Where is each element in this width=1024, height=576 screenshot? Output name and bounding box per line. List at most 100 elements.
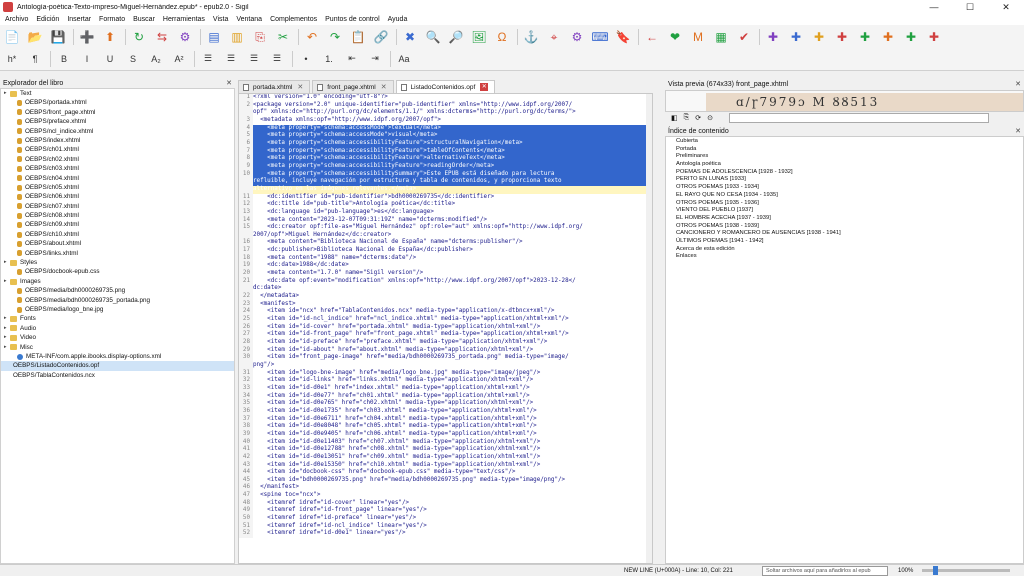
tree-item[interactable]: OEBPS/ch09.xhtml <box>1 220 234 229</box>
copy-icon[interactable]: ⎘ <box>252 29 268 45</box>
tree-item[interactable]: OEBPS/media/bdh0000269735_portada.png <box>1 296 234 305</box>
toc-item[interactable]: ÚLTIMOS POEMAS [1941 - 1942] <box>666 238 1023 246</box>
underline-icon[interactable]: U <box>102 51 118 67</box>
editor-scrollbar[interactable] <box>646 94 652 563</box>
italic-icon[interactable]: I <box>79 51 95 67</box>
drop-files-zone[interactable]: Soltar archivos aquí para añadirlos al e… <box>762 566 888 576</box>
new-icon[interactable]: 📄 <box>4 29 20 45</box>
toc-item[interactable]: PERITO EN LUNAS [1933] <box>666 176 1023 184</box>
tree-item[interactable]: OEBPS/media/logo_bne.jpg <box>1 305 234 314</box>
tree-item[interactable]: OEBPS/ch05.xhtml <box>1 183 234 192</box>
upload-icon[interactable]: ⬆ <box>102 29 118 45</box>
tree-item[interactable]: OEBPS/docbook-epub.css <box>1 267 234 276</box>
tree-item[interactable]: OEBPS/TablaContenidos.ncx <box>1 371 234 380</box>
plugin8-icon[interactable]: ✚ <box>926 29 942 45</box>
menu-4[interactable]: Buscar <box>133 16 155 23</box>
menu-0[interactable]: Archivo <box>5 16 28 23</box>
tree-item[interactable]: ▸ Audio <box>1 324 234 333</box>
close-x-icon[interactable]: ✖ <box>402 29 418 45</box>
grid-icon[interactable]: ▦ <box>713 29 729 45</box>
plugin1-icon[interactable]: ✚ <box>765 29 781 45</box>
tree-item[interactable]: OEBPS/links.xhtml <box>1 249 234 258</box>
toc-item[interactable]: OTROS POEMAS [1938 - 1939] <box>666 223 1023 231</box>
bookmark-icon[interactable]: 🔖 <box>615 29 631 45</box>
number-list-icon[interactable]: 1. <box>321 51 337 67</box>
anchor-icon[interactable]: ⚓ <box>523 29 539 45</box>
toc-item[interactable]: VIENTO DEL PUEBLO [1937] <box>666 207 1023 215</box>
tree-item[interactable]: ▸ Text <box>1 89 234 98</box>
justify-icon[interactable]: ☰ <box>269 51 285 67</box>
plugin7-icon[interactable]: ✚ <box>903 29 919 45</box>
tree-item[interactable]: OEBPS/ch06.xhtml <box>1 192 234 201</box>
align-icon[interactable]: ▤ <box>206 29 222 45</box>
bullet-list-icon[interactable]: • <box>298 51 314 67</box>
settings-icon[interactable]: ⚙ <box>177 29 193 45</box>
tree-item[interactable]: ▸ Styles <box>1 258 234 267</box>
inspect-icon[interactable]: ◧ <box>671 114 678 122</box>
outdent-icon[interactable]: ⇤ <box>344 51 360 67</box>
heading-icon[interactable]: h* <box>4 51 20 67</box>
reload-icon[interactable]: ⟳ <box>695 114 701 122</box>
toc-item[interactable]: CANCIONERO Y ROMANCERO DE AUSENCIAS [193… <box>666 230 1023 238</box>
add-file-icon[interactable]: ➕ <box>79 29 95 45</box>
paste-icon[interactable]: 📋 <box>350 29 366 45</box>
check-icon[interactable]: ✔ <box>736 29 752 45</box>
cursor-icon[interactable]: ⌖ <box>546 29 562 45</box>
tree-item[interactable]: OEBPS/front_page.xhtml <box>1 108 234 117</box>
plugin2-icon[interactable]: ✚ <box>788 29 804 45</box>
mail-icon[interactable]: M <box>690 29 706 45</box>
tree-item[interactable]: OEBPS/ch08.xhtml <box>1 211 234 220</box>
align-right-icon[interactable]: ☰ <box>246 51 262 67</box>
back-icon[interactable]: ← <box>644 29 660 45</box>
align2-icon[interactable]: ▥ <box>229 29 245 45</box>
split-icon[interactable]: ⇆ <box>154 29 170 45</box>
code-editor[interactable]: 1 <?xml version="1.0" encoding="utf-8"?> 2… <box>238 93 653 564</box>
refresh-icon[interactable]: ↻ <box>131 29 147 45</box>
align-left-icon[interactable]: ☰ <box>200 51 216 67</box>
tab-front_page-xhtml[interactable]: front_page.xhtml ✕ <box>312 80 394 93</box>
heart-icon[interactable]: ❤ <box>667 29 683 45</box>
subscript-icon[interactable]: A₂ <box>148 51 164 67</box>
toc-item[interactable]: Antología poética <box>666 161 1023 169</box>
cut-icon[interactable]: ✂ <box>275 29 291 45</box>
code-icon[interactable]: ⌨ <box>591 29 608 45</box>
toc-item[interactable]: OTROS POEMAS [1935 - 1936] <box>666 200 1023 208</box>
strike-icon[interactable]: S <box>125 51 141 67</box>
omega-icon[interactable]: Ω <box>494 29 510 45</box>
tree-item[interactable]: OEBPS/index.xhtml <box>1 136 234 145</box>
menu-3[interactable]: Formato <box>99 16 125 23</box>
toc-item[interactable]: Preliminares <box>666 153 1023 161</box>
copy-icon[interactable]: ⎘ <box>684 114 690 122</box>
tree-item[interactable]: OEBPS/portada.xhtml <box>1 98 234 107</box>
undo-icon[interactable]: ↶ <box>304 29 320 45</box>
zoom-icon[interactable]: 🔎 <box>448 29 464 45</box>
tree-item[interactable]: OEBPS/ch02.xhtml <box>1 155 234 164</box>
menu-8[interactable]: Complementos <box>270 16 317 23</box>
toc-item[interactable]: EL RAYO QUE NO CESA [1934 - 1935] <box>666 192 1023 200</box>
menu-10[interactable]: Ayuda <box>388 16 408 23</box>
image-icon[interactable]: 🖼 <box>471 29 487 45</box>
tree-item[interactable]: ▸ Misc <box>1 343 234 352</box>
preview-search-input[interactable] <box>728 113 989 123</box>
maximize-button[interactable]: ☐ <box>952 2 988 13</box>
toc-item[interactable]: Cubierta <box>666 138 1023 146</box>
tab-close-button[interactable]: ✕ <box>297 83 303 91</box>
close-window-button[interactable]: ✕ <box>988 2 1024 13</box>
search-icon[interactable]: 🔍 <box>425 29 441 45</box>
minimize-button[interactable]: — <box>916 2 952 12</box>
toc-item[interactable]: Portada <box>666 146 1023 154</box>
toc-item[interactable]: OTROS POEMAS [1933 - 1934] <box>666 184 1023 192</box>
toc-item[interactable]: EL HOMBRE ACECHA [1937 - 1939] <box>666 215 1023 223</box>
tree-item[interactable]: OEBPS/ch04.xhtml <box>1 174 234 183</box>
tree-item[interactable]: OEBPS/ch01.xhtml <box>1 145 234 154</box>
menu-9[interactable]: Puntos de control <box>325 16 379 23</box>
toc-item[interactable]: POEMAS DE ADOLESCENCIA [1928 - 1932] <box>666 169 1023 177</box>
toc-item[interactable]: Acerca de esta edición <box>666 246 1023 254</box>
menu-1[interactable]: Edición <box>36 16 59 23</box>
tree-item[interactable]: OEBPS/about.xhtml <box>1 239 234 248</box>
book-browser-close-button[interactable]: ✕ <box>226 79 232 87</box>
tree-item[interactable]: ▸ Video <box>1 333 234 342</box>
tree-item[interactable]: OEBPS/ncl_indice.xhtml <box>1 127 234 136</box>
tree-item[interactable]: OEBPS/ch03.xhtml <box>1 164 234 173</box>
open-icon[interactable]: 📂 <box>27 29 43 45</box>
